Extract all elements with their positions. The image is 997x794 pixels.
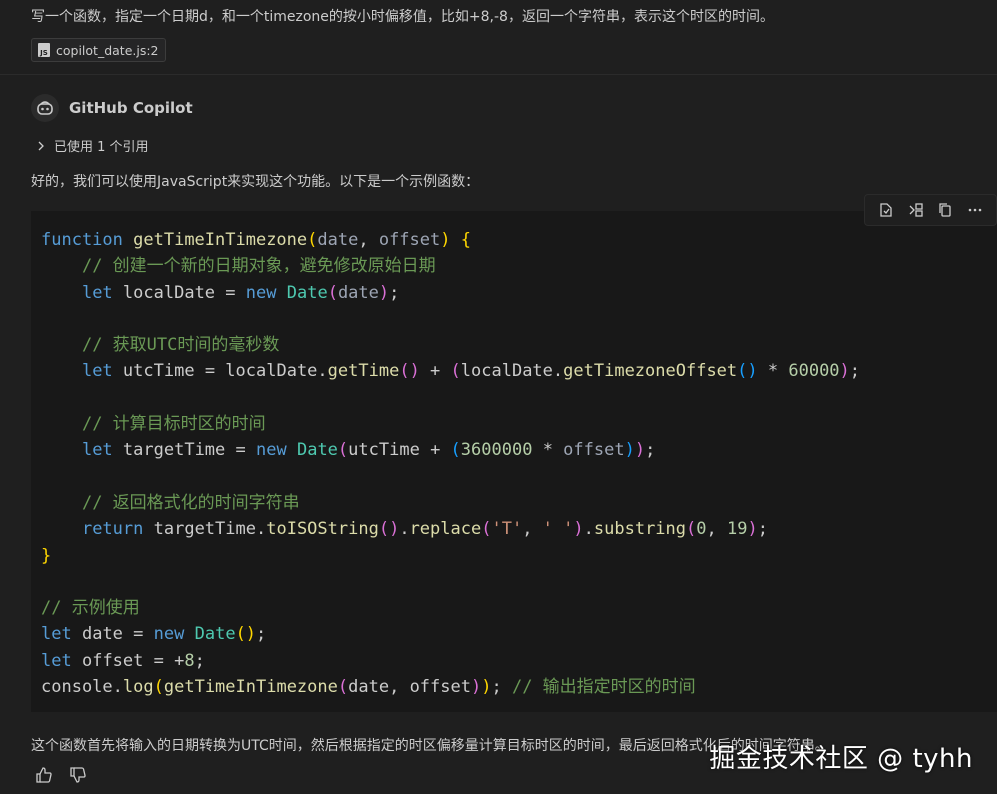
more-actions-icon[interactable] [963, 198, 987, 222]
agent-name: GitHub Copilot [69, 99, 193, 117]
code-block[interactable]: function getTimeInTimezone(date, offset)… [31, 211, 997, 712]
code-content[interactable]: function getTimeInTimezone(date, offset)… [41, 227, 860, 700]
code-comment: // 获取UTC时间的毫秒数 [81, 335, 280, 356]
message-divider [0, 74, 997, 75]
code-token: getTimeInTimezone [133, 230, 308, 250]
code-comment: // 创建一个新的日期对象，避免修改原始日期 [81, 256, 436, 277]
code-comment: // 计算目标时区的时间 [81, 414, 266, 435]
code-comment: // 示例使用 [41, 598, 140, 619]
copilot-avatar-icon [31, 94, 59, 122]
code-comment: // 返回格式化的时间字符串 [81, 492, 300, 513]
copy-icon[interactable] [933, 198, 957, 222]
js-file-icon: JS [38, 43, 50, 57]
code-token: function [41, 230, 123, 250]
references-toggle[interactable]: 已使用 1 个引用 [36, 136, 149, 155]
chevron-right-icon [38, 141, 44, 150]
code-comment: // 输出指定时区的时间 [511, 677, 696, 698]
attachment-label: copilot_date.js:2 [56, 42, 159, 58]
apply-in-editor-icon[interactable] [874, 198, 898, 222]
user-message: 写一个函数，指定一个日期d，和一个timezone的按小时偏移值，比如+8,-8… [31, 9, 774, 25]
watermark: 掘金技术社区 @ tyhh [709, 744, 973, 774]
response-intro: 好的，我们可以使用JavaScript来实现这个功能。以下是一个示例函数： [31, 174, 480, 190]
thumbs-down-icon[interactable] [68, 765, 88, 785]
attachment-chip[interactable]: JS copilot_date.js:2 [31, 38, 166, 62]
insert-at-cursor-icon[interactable] [904, 198, 928, 222]
references-label: 已使用 1 个引用 [54, 140, 149, 155]
agent-header: GitHub Copilot [31, 94, 193, 122]
code-toolbar [864, 194, 997, 226]
code-token: date [317, 230, 359, 250]
code-token: offset [378, 230, 441, 250]
thumbs-up-icon[interactable] [34, 765, 54, 785]
feedback-bar [34, 765, 88, 785]
